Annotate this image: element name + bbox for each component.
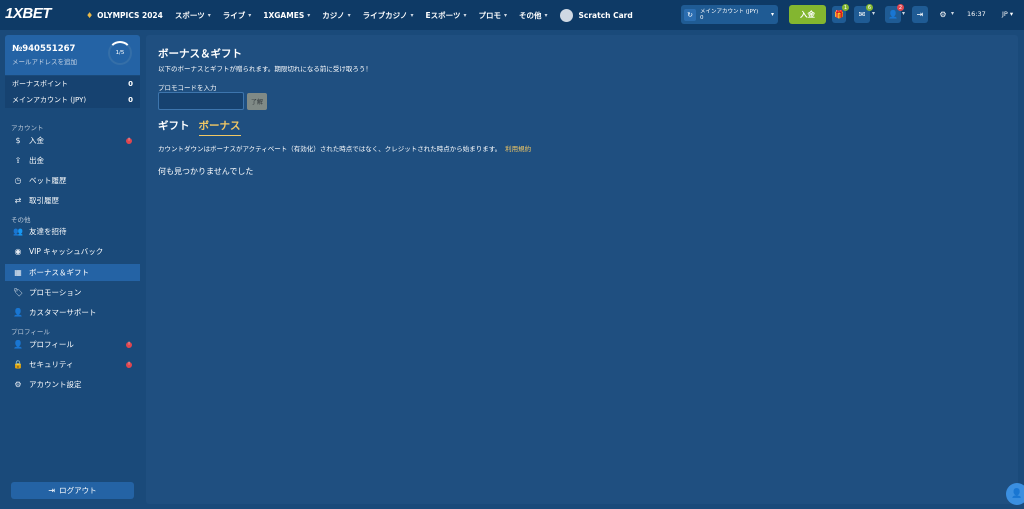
chevron-down-icon: ▾	[410, 11, 414, 19]
sidebar-item-bonus-gifts[interactable]: ▦ ボーナス＆ギフト	[5, 264, 140, 281]
section-profile: プロフィール	[11, 328, 50, 336]
torch-icon: ♦	[86, 10, 94, 20]
refresh-icon[interactable]: ↻	[684, 8, 696, 21]
main-nav: ♦ OLYMPICS 2024 スポーツ ▾ ライブ ▾ 1XGAMES ▾ カジノ ▾ …	[86, 0, 645, 30]
sidebar: №940551267 メールアドレスを追加 1/5 ボーナスポイント 0 メイン…	[5, 35, 140, 504]
alert-icon: !	[126, 361, 132, 368]
nav-promo[interactable]: プロモ ▾	[478, 10, 507, 21]
top-nav: 1XBET ♦ OLYMPICS 2024 スポーツ ▾ ライブ ▾ 1XGAMES ▾…	[0, 0, 1024, 30]
profile-card: №940551267 メールアドレスを追加 1/5	[5, 35, 140, 75]
empty-state-message: 何も見つかりませんでした	[158, 167, 254, 176]
bonus-points-row: ボーナスポイント 0	[5, 76, 140, 92]
chevron-down-icon: ▾	[248, 11, 252, 19]
nav-scratch-card[interactable]: Scratch Card	[559, 8, 633, 22]
language-selector[interactable]: JP ▾	[1002, 10, 1013, 18]
chevron-down-icon: ▾	[463, 11, 467, 19]
level-progress: 1/5	[108, 41, 132, 65]
sidebar-item-support[interactable]: 👤 カスタマーサポート	[5, 304, 140, 321]
main-panel: ボーナス＆ギフト 以下のボーナスとギフトが贈られます。期限切れになる前に受け取ろ…	[146, 35, 1018, 504]
deposit-button[interactable]: 入金	[789, 5, 826, 24]
scratch-card-icon	[559, 8, 573, 22]
chevron-down-icon: ▾	[307, 11, 311, 19]
chevron-down-icon: ▾	[503, 11, 507, 19]
exit-icon: ⇥	[916, 10, 924, 19]
dollar-icon: $	[15, 136, 21, 145]
countdown-note: カウントダウンはボーナスがアクティベート（有効化）された時点ではなく、クレジット…	[158, 145, 532, 153]
sidebar-item-profile[interactable]: 👤 プロフィール !	[5, 336, 140, 353]
alert-icon: !	[126, 341, 132, 348]
nav-1xgames[interactable]: 1XGAMES ▾	[263, 11, 310, 20]
gear-icon: ⚙	[14, 380, 22, 389]
sidebar-item-vip-cashback[interactable]: ◉ VIP キャッシュバック	[5, 243, 140, 260]
user-icon: 👤	[13, 340, 23, 349]
chevron-down-icon: ▾	[347, 11, 351, 19]
add-email-link[interactable]: メールアドレスを追加	[12, 56, 77, 66]
promo-code-input[interactable]	[158, 92, 244, 110]
tab-gifts[interactable]: ギフト	[158, 118, 190, 135]
sidebar-item-bet-history[interactable]: ◷ ベット履歴	[5, 172, 140, 189]
support-chat-button[interactable]: 👤	[1006, 483, 1024, 505]
clock: 16:37	[967, 10, 986, 18]
user-id: №940551267	[12, 44, 76, 54]
exit-icon: ⇥	[48, 486, 56, 495]
profile-button[interactable]: 👤 2	[885, 4, 904, 23]
users-icon: 👥	[13, 227, 23, 236]
main-account-row: メインアカウント (JPY) 0	[5, 92, 140, 108]
logout-quick-button[interactable]: ⇥	[912, 6, 928, 23]
nav-sports[interactable]: スポーツ ▾	[175, 10, 211, 21]
promo-code-label: プロモコードを入力	[158, 84, 217, 92]
chat-icon: 👤	[1011, 489, 1023, 499]
chevron-down-icon: ▾	[207, 11, 211, 19]
user-icon: 👤	[888, 10, 898, 19]
sidebar-item-promotions[interactable]: 🏷 プロモーション	[5, 284, 140, 301]
upload-icon: ⇪	[14, 156, 22, 165]
gift-icon: 🎁	[834, 10, 844, 19]
gear-icon: ⚙	[939, 10, 947, 19]
support-icon: 👤	[13, 308, 23, 317]
nav-more[interactable]: その他 ▾	[519, 10, 548, 21]
settings-button[interactable]: ⚙	[936, 6, 950, 23]
chevron-down-icon[interactable]: ▾	[902, 10, 905, 17]
nav-live[interactable]: ライブ ▾	[223, 10, 252, 21]
mail-button[interactable]: ✉ 6	[854, 4, 873, 23]
bonus-tabs: ギフト ボーナス	[158, 118, 250, 136]
sidebar-item-transactions[interactable]: ⇄ 取引履歴	[5, 192, 140, 209]
sidebar-item-invite[interactable]: 👥 友達を招待	[5, 223, 140, 240]
chevron-down-icon: ▾	[544, 11, 548, 19]
nav-olympics[interactable]: ♦ OLYMPICS 2024	[86, 11, 163, 20]
nav-casino[interactable]: カジノ ▾	[322, 10, 350, 21]
terms-link[interactable]: 利用規約	[505, 145, 531, 153]
sidebar-item-withdraw[interactable]: ⇪ 出金	[5, 152, 140, 169]
promo-submit-button[interactable]: 了解	[247, 93, 267, 110]
section-account: アカウント	[11, 124, 44, 132]
account-selector[interactable]: ↻ メインアカウント (JPY) 0 ▾	[681, 5, 778, 24]
gift-icon: ▦	[14, 268, 22, 277]
sidebar-item-security[interactable]: 🔒 セキュリティ !	[5, 356, 140, 373]
nav-esports[interactable]: Eスポーツ ▾	[425, 10, 466, 21]
page-title: ボーナス＆ギフト	[158, 48, 242, 60]
account-label: メインアカウント (JPY)	[700, 8, 759, 15]
chevron-down-icon: ▾	[770, 11, 774, 18]
logout-button[interactable]: ⇥ ログアウト	[11, 482, 134, 499]
mail-icon: ✉	[858, 10, 866, 19]
page-subtitle: 以下のボーナスとギフトが贈られます。期限切れになる前に受け取ろう！	[158, 65, 372, 73]
chevron-down-icon[interactable]: ▾	[951, 10, 954, 17]
tag-icon: 🏷	[13, 288, 24, 297]
alert-icon: !	[126, 137, 132, 144]
swap-icon: ⇄	[14, 196, 22, 205]
account-balance: 0	[700, 14, 704, 21]
cashback-icon: ◉	[14, 247, 22, 256]
brand-logo[interactable]: 1XBET	[5, 5, 51, 22]
clock-icon: ◷	[14, 176, 22, 185]
sidebar-item-account-settings[interactable]: ⚙ アカウント設定	[5, 376, 140, 393]
sidebar-item-deposit[interactable]: $ 入金 !	[5, 132, 140, 149]
tab-bonuses[interactable]: ボーナス	[198, 118, 241, 136]
chevron-down-icon[interactable]: ▾	[872, 10, 875, 17]
gift-button[interactable]: 🎁 1	[832, 4, 849, 23]
nav-live-casino[interactable]: ライブカジノ ▾	[363, 10, 414, 21]
gift-badge: 1	[842, 4, 849, 11]
lock-icon: 🔒	[13, 360, 23, 369]
